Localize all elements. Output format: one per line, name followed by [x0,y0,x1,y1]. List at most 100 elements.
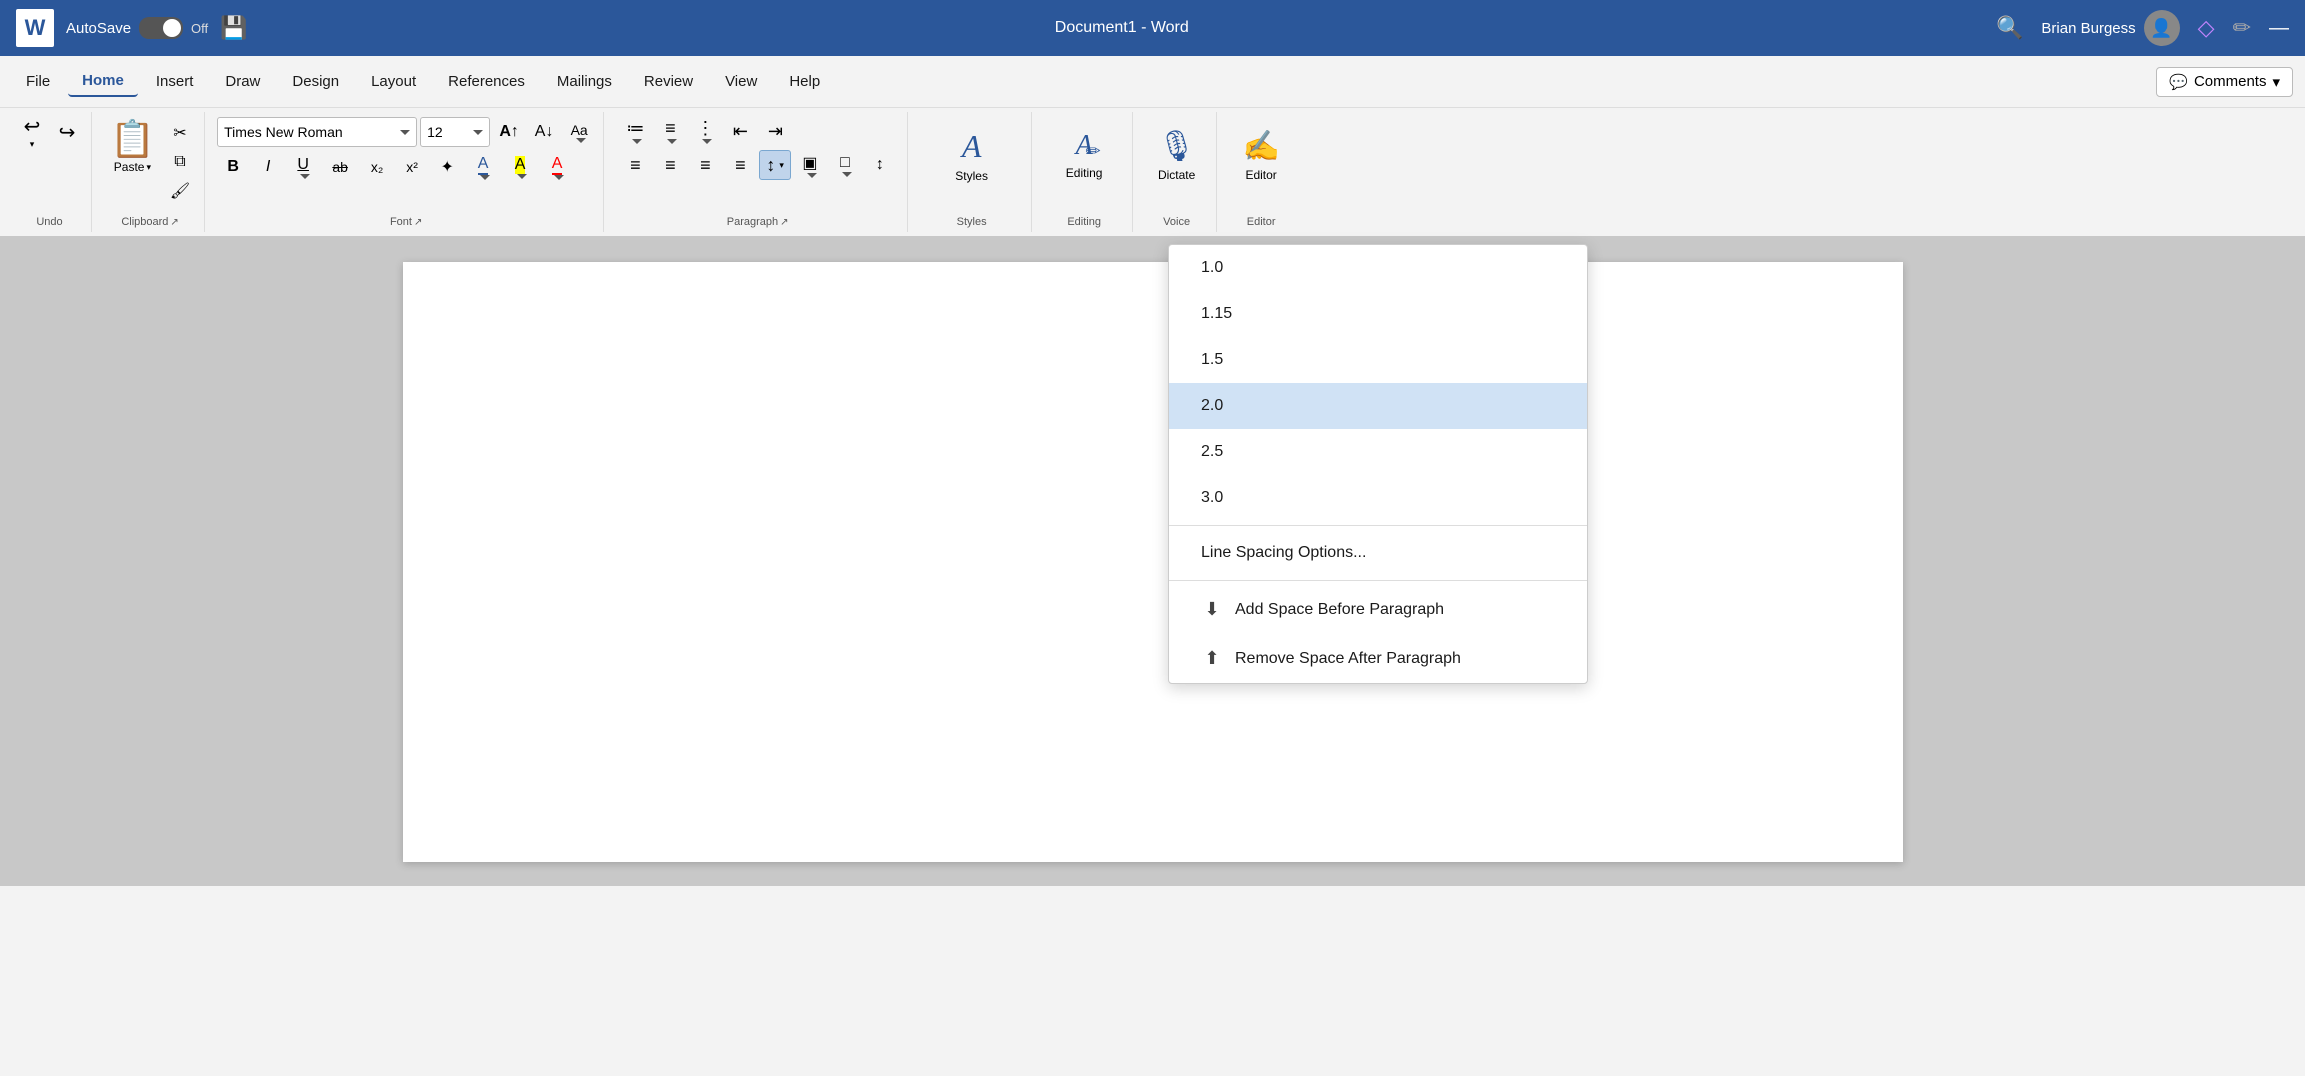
clipboard-expand-icon[interactable]: ↗ [170,217,178,228]
numbered-list-icon: ≡ [665,118,676,139]
add-space-before-icon: ⬇ [1201,599,1223,620]
spacing-2-0[interactable]: 2.0 [1169,383,1587,429]
dictate-button[interactable]: 🎙 Dictate [1147,116,1207,194]
menu-references[interactable]: References [434,67,539,96]
sort-button[interactable]: ↕ [864,150,896,180]
cut-button[interactable]: ✂ [164,120,196,146]
save-icon[interactable]: 💾 [220,15,247,41]
comments-button[interactable]: 💬 Comments ▾ [2156,67,2293,97]
paragraph-expand-icon[interactable]: ↗ [780,217,788,228]
highlight-button[interactable]: A [503,152,537,182]
paste-button[interactable]: 📋 Paste ▾ [104,116,161,176]
menu-home[interactable]: Home [68,66,138,97]
undo-button[interactable]: ↩ ▾ [16,116,48,148]
document-title: Document1 - Word [260,19,1984,37]
copy-button[interactable]: ⧉ [164,149,196,175]
shading-caret [807,173,817,178]
grow-font-icon: A↑ [499,123,519,141]
underline-icon: U [297,156,309,174]
justify-button[interactable]: ≡ [724,150,756,180]
format-painter-button[interactable]: 🖌 [164,178,196,204]
undo-icon: ↩ [24,114,41,139]
shrink-font-button[interactable]: A↓ [528,116,560,148]
border-button[interactable]: □ [829,150,861,180]
shading-icon: ▣ [802,153,817,173]
bullet-caret [632,139,642,144]
avatar: 👤 [2144,10,2180,46]
font-color-button[interactable]: A [540,152,574,182]
font-name-dropdown[interactable]: Times New Roman [217,117,417,147]
increase-indent-button[interactable]: ⇥ [759,116,791,146]
pen-icon[interactable]: ✏ [2233,15,2251,41]
text-color-button[interactable]: A [466,152,500,182]
increase-indent-icon: ⇥ [768,121,783,142]
spacing-1-5[interactable]: 1.5 [1169,337,1587,383]
remove-space-after-icon: ⬆ [1201,648,1223,669]
clipboard-group-label: Clipboard ↗ [121,216,178,228]
clear-format-button[interactable]: ✦ [431,152,463,182]
diamond-icon[interactable]: ◇ [2198,15,2215,41]
spacing-3-0[interactable]: 3.0 [1169,475,1587,521]
numbered-caret [667,139,677,144]
italic-button[interactable]: I [252,152,284,182]
decrease-indent-icon: ⇤ [733,121,748,142]
spacing-2-5[interactable]: 2.5 [1169,429,1587,475]
multilevel-list-button[interactable]: ⋮ [689,116,721,146]
paragraph-group-label: Paragraph ↗ [727,216,789,228]
autosave-toggle[interactable] [139,17,183,39]
editor-button[interactable]: ✍ Editor [1231,116,1291,194]
strikethrough-button[interactable]: ab [322,152,358,182]
text-color-caret [480,175,490,180]
comments-label: Comments [2194,73,2267,90]
styles-icon: A [962,128,982,165]
grow-font-button[interactable]: A↑ [493,116,525,148]
subscript-button[interactable]: x₂ [361,152,393,182]
add-space-before[interactable]: ⬇ Add Space Before Paragraph [1169,585,1587,634]
menu-mailings[interactable]: Mailings [543,67,626,96]
autosave-section: AutoSave Off [66,17,208,39]
font-group-label: Font ↗ [390,216,422,228]
menu-layout[interactable]: Layout [357,67,430,96]
shading-button[interactable]: ▣ [794,150,826,180]
styles-button[interactable]: A Styles [942,116,1002,194]
minimize-button[interactable]: — [2269,17,2289,40]
bullet-list-button[interactable]: ≔ [619,116,651,146]
bold-icon: B [227,158,239,176]
menu-help[interactable]: Help [775,67,834,96]
italic-icon: I [266,158,270,176]
align-left-icon: ≡ [630,155,641,176]
align-left-button[interactable]: ≡ [619,150,651,180]
change-case-button[interactable]: Aa [563,116,595,148]
menu-file[interactable]: File [12,67,64,96]
decrease-indent-button[interactable]: ⇤ [724,116,756,146]
editing-button[interactable]: A ✏ Editing [1044,116,1124,194]
font-size-dropdown[interactable]: 12 [420,117,490,147]
document-page[interactable] [403,262,1903,862]
remove-space-after[interactable]: ⬆ Remove Space After Paragraph [1169,634,1587,683]
user-info: Brian Burgess 👤 [2041,10,2179,46]
ribbon-group-font: Times New Roman 12 A↑ A↓ Aa [209,112,604,232]
spacing-1-0[interactable]: 1.0 [1169,245,1587,291]
menu-view[interactable]: View [711,67,771,96]
search-icon[interactable]: 🔍 [1996,15,2023,41]
bold-button[interactable]: B [217,152,249,182]
redo-button[interactable]: ↪ [51,116,83,148]
menu-insert[interactable]: Insert [142,67,208,96]
align-center-button[interactable]: ≡ [654,150,686,180]
font-expand-icon[interactable]: ↗ [414,217,422,228]
spacing-1-15[interactable]: 1.15 [1169,291,1587,337]
toggle-off-label: Off [191,21,208,36]
sort-icon: ↕ [876,156,884,174]
align-right-button[interactable]: ≡ [689,150,721,180]
line-spacing-options[interactable]: Line Spacing Options... [1169,530,1587,576]
menu-review[interactable]: Review [630,67,707,96]
menu-design[interactable]: Design [278,67,353,96]
numbered-list-button[interactable]: ≡ [654,116,686,146]
subscript-icon: x₂ [371,159,383,175]
editing-group-label: Editing [1067,216,1101,228]
underline-button[interactable]: U [287,152,319,182]
chevron-down-icon: ▾ [2272,73,2280,91]
line-spacing-button[interactable]: ↕ ▾ [759,150,791,180]
superscript-button[interactable]: x² [396,152,428,182]
menu-draw[interactable]: Draw [211,67,274,96]
